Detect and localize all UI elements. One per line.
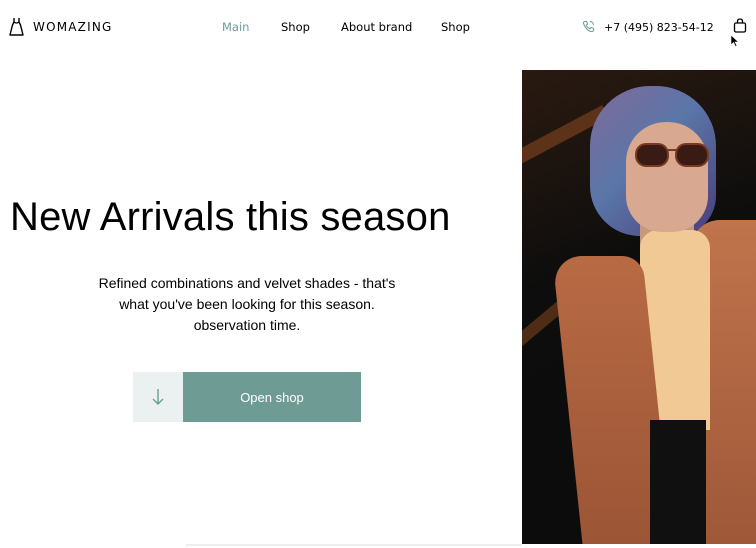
brand-name: WOMAZING [33, 20, 113, 34]
hero-title: New Arrivals this season [10, 195, 451, 239]
hero-description: Refined combinations and velvet shades -… [98, 275, 396, 333]
bag-icon[interactable] [733, 18, 747, 33]
logo[interactable]: WOMAZING [9, 17, 113, 37]
nav-item-about-brand[interactable]: About brand [341, 20, 412, 34]
hero-image [522, 70, 756, 544]
scroll-down-button[interactable] [133, 372, 183, 422]
nav-item-shop[interactable]: Shop [281, 20, 310, 34]
divider [186, 544, 522, 546]
nav-item-shop-2[interactable]: Shop [441, 20, 470, 34]
site-header: WOMAZING Main Shop About brand Shop +7 (… [0, 0, 756, 56]
page: WOMAZING Main Shop About brand Shop +7 (… [0, 0, 756, 548]
mouse-cursor-icon [730, 34, 740, 47]
open-shop-button[interactable]: Open shop [183, 372, 361, 422]
arrow-down-icon [152, 389, 164, 405]
dress-icon [9, 18, 24, 36]
phone-icon[interactable] [582, 20, 595, 33]
nav-item-main[interactable]: Main [222, 20, 249, 34]
phone-number[interactable]: +7 (495) 823-54-12 [604, 21, 714, 34]
